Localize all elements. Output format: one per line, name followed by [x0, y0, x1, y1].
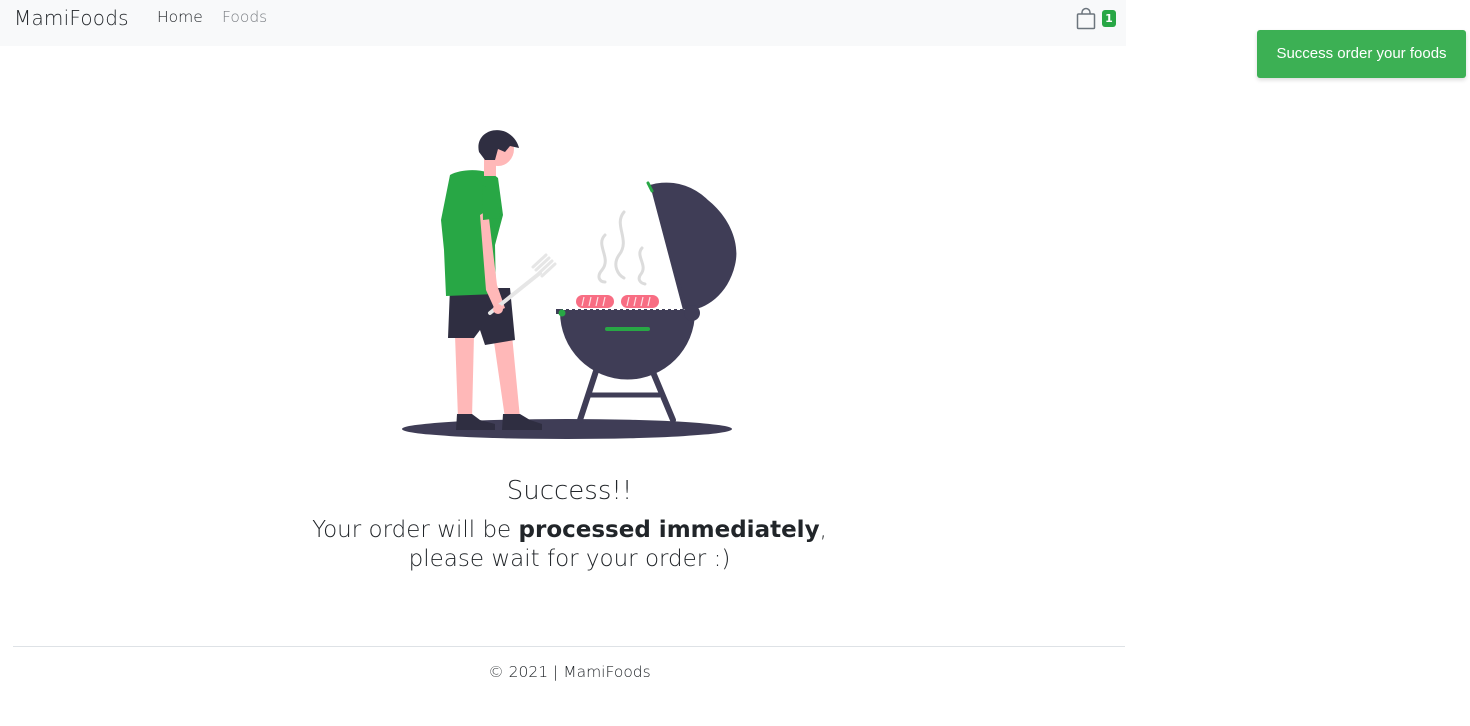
- footer: © 2021 | MamiFoods: [488, 663, 651, 681]
- brand-logo[interactable]: MamiFoods: [14, 6, 129, 30]
- message-highlight: processed immediately: [518, 517, 820, 543]
- nav-link-home[interactable]: Home: [157, 8, 203, 26]
- message-prefix: Your order will be: [312, 517, 519, 543]
- navbar: MamiFoods Home Foods 1: [0, 0, 1126, 46]
- success-toast[interactable]: Success order your foods: [1257, 30, 1466, 78]
- order-message: Your order will be processed immediately…: [0, 516, 1139, 574]
- success-title: Success!!: [506, 476, 633, 506]
- footer-divider: [13, 646, 1125, 647]
- man-grilling-barbecue-illustration: [402, 130, 737, 439]
- message-line2: please wait for your order :): [408, 546, 731, 572]
- nav-link-foods[interactable]: Foods: [222, 8, 267, 26]
- cart-count-badge: 1: [1102, 10, 1116, 27]
- message-suffix: ,: [819, 517, 827, 543]
- cart-button[interactable]: 1: [1075, 6, 1119, 30]
- shopping-bag-icon: [1076, 7, 1096, 30]
